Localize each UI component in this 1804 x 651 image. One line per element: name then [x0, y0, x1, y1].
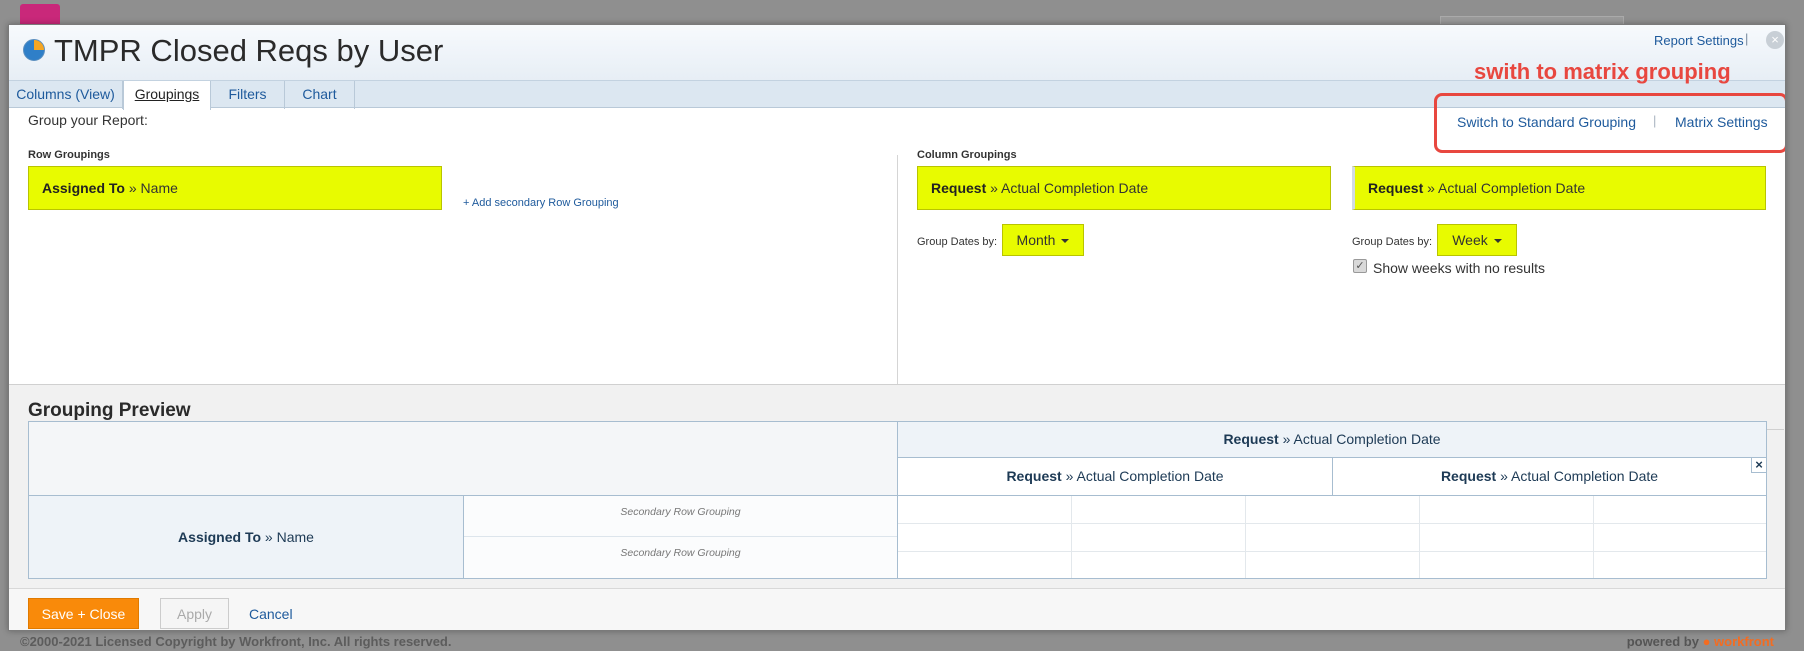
group-dates-by-label-1: Group Dates by:	[917, 236, 998, 248]
copyright-text: ©2000-2021 Licensed Copyright by Workfro…	[20, 634, 452, 649]
tab-columns-view[interactable]: Columns (View)	[9, 81, 123, 109]
add-secondary-row-grouping-link[interactable]: + Add secondary Row Grouping	[463, 197, 619, 209]
preview-top-header: Request » Actual Completion Date	[897, 431, 1767, 447]
preview-row-header-object: Assigned To	[178, 529, 262, 545]
preview-sub-header-2-field: Actual Completion Date	[1510, 468, 1659, 484]
workfront-logo-icon: ●	[1702, 634, 1711, 649]
preview-sub-header-1: Request » Actual Completion Date	[897, 468, 1333, 484]
preview-data-grid	[897, 495, 1767, 579]
header-separator: |	[1745, 31, 1749, 46]
preview-sub-header-1-field: Actual Completion Date	[1076, 468, 1224, 484]
report-pie-icon	[23, 39, 45, 61]
chevron-down-icon	[1061, 239, 1070, 244]
group-dates-by-dropdown-week[interactable]: Week	[1437, 224, 1517, 256]
powered-by-label: powered by	[1626, 634, 1699, 649]
preview-row-header-arrow: »	[264, 529, 273, 545]
row-grouping-object: Assigned To	[42, 180, 125, 196]
dropdown-month-value: Month	[1016, 232, 1056, 248]
group-dates-by-label-2: Group Dates by:	[1352, 236, 1433, 248]
annotation-text: swith to matrix grouping	[1474, 59, 1731, 84]
switch-standard-grouping-link[interactable]: Switch to Standard Grouping	[1457, 114, 1636, 130]
secondary-row-grouping-1: Secondary Row Grouping	[620, 506, 741, 518]
column-groupings-label: Column Groupings	[917, 149, 1017, 161]
report-settings-link[interactable]: Report Settings	[1654, 33, 1744, 48]
column-grouping-2-name: Actual Completion Date	[1438, 180, 1586, 196]
preview-sub-header-2-object: Request	[1440, 468, 1497, 484]
cancel-button[interactable]: Cancel	[249, 606, 293, 622]
column-grouping-1-field[interactable]: Request » Actual Completion Date	[917, 166, 1331, 210]
save-close-button[interactable]: Save + Close	[28, 598, 139, 629]
secondary-row-grouping-2: Secondary Row Grouping	[620, 547, 741, 559]
report-title: TMPR Closed Reqs by User	[54, 33, 444, 68]
column-grouping-1-arrow: »	[990, 180, 998, 196]
modal-footer: Save + Close Apply Cancel	[9, 588, 1785, 630]
powered-by: powered by ● workfront	[1627, 634, 1774, 649]
row-groupings-label: Row Groupings	[28, 149, 110, 161]
preview-sub-header-2: Request » Actual Completion Date	[1332, 468, 1767, 484]
preview-top-header-field: Actual Completion Date	[1293, 431, 1441, 447]
preview-sub-header-1-arrow: »	[1065, 468, 1074, 484]
show-weeks-checkbox[interactable]: ✓	[1353, 259, 1367, 273]
link-separator: |	[1653, 113, 1657, 128]
preview-sub-header-1-object: Request	[1006, 468, 1062, 484]
preview-corner-cell	[28, 421, 898, 496]
preview-sub-header-2-arrow: »	[1500, 468, 1508, 484]
secondary-divider	[464, 536, 897, 537]
tab-chart[interactable]: Chart	[285, 81, 355, 109]
column-grouping-1-object: Request	[931, 180, 987, 196]
report-builder-modal: TMPR Closed Reqs by User Report Settings…	[8, 24, 1786, 631]
row-grouping-name: Name	[140, 180, 178, 196]
grid-line-v1	[1071, 496, 1072, 578]
group-report-label: Group your Report:	[28, 112, 148, 128]
tab-groupings[interactable]: Groupings	[123, 81, 211, 110]
column-grouping-1-name: Actual Completion Date	[1001, 180, 1149, 196]
row-grouping-field[interactable]: Assigned To » Name	[28, 166, 442, 210]
preview-top-header-arrow: »	[1282, 431, 1291, 447]
grid-line-v3	[1419, 496, 1420, 578]
chevron-down-icon	[1493, 239, 1502, 244]
preview-top-header-object: Request	[1223, 431, 1279, 447]
remove-column-grouping-icon[interactable]: ×	[1751, 457, 1767, 473]
matrix-settings-link[interactable]: Matrix Settings	[1675, 114, 1768, 130]
dropdown-week-value: Week	[1452, 232, 1488, 248]
grid-line-h2	[898, 551, 1766, 552]
tab-filters[interactable]: Filters	[211, 81, 285, 109]
close-icon[interactable]: ×	[1766, 31, 1784, 49]
group-dates-by-dropdown-month[interactable]: Month	[1002, 224, 1084, 256]
grid-line-v2	[1245, 496, 1246, 578]
preview-row-header: Assigned To » Name	[28, 529, 464, 545]
show-weeks-label: Show weeks with no results	[1373, 260, 1545, 276]
column-grouping-2-object: Request	[1368, 180, 1424, 196]
grouping-preview-title: Grouping Preview	[28, 400, 191, 421]
apply-button[interactable]: Apply	[160, 598, 229, 629]
column-grouping-2-field[interactable]: Request » Actual Completion Date	[1352, 166, 1766, 210]
grid-line-h1	[898, 523, 1766, 524]
column-grouping-2-arrow: »	[1427, 180, 1435, 196]
grid-line-v4	[1593, 496, 1594, 578]
workfront-brand: workfront	[1714, 634, 1774, 649]
section-divider	[897, 155, 898, 388]
preview-row-header-field: Name	[276, 529, 314, 545]
row-grouping-arrow: »	[128, 180, 137, 196]
